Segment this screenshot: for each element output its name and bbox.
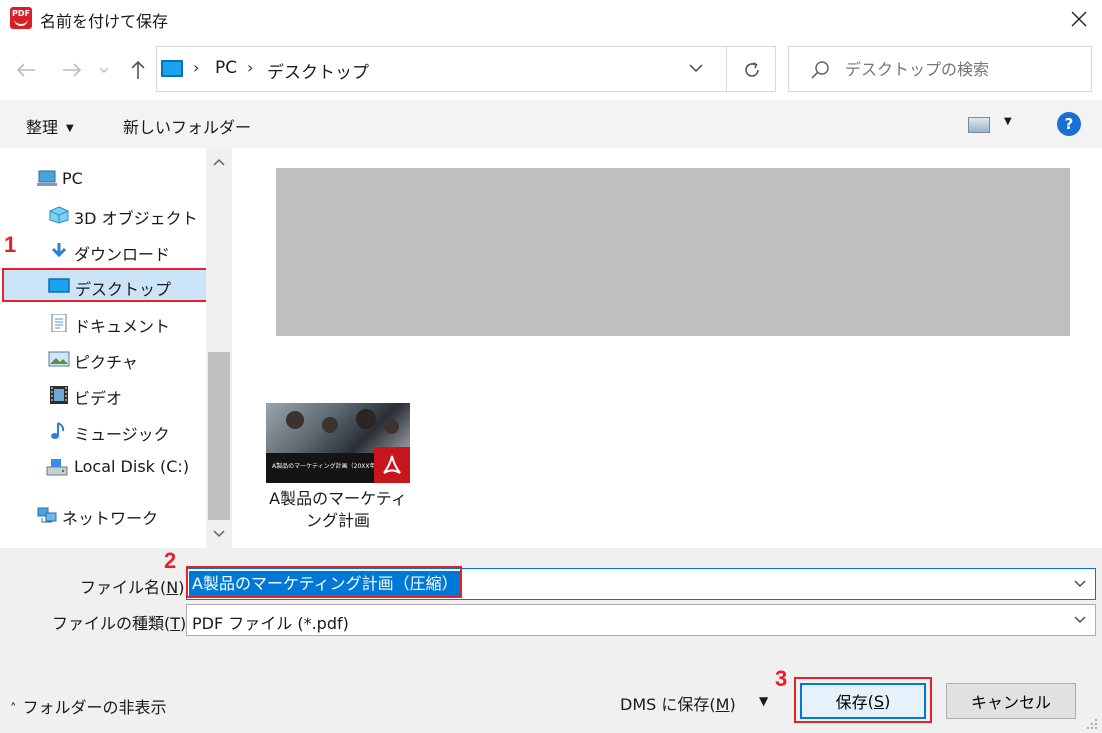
- address-divider: [726, 47, 727, 91]
- photo-person: [384, 419, 399, 434]
- search-input[interactable]: [845, 48, 1085, 90]
- forward-arrow-icon: [63, 63, 82, 77]
- step-marker-2: 2: [164, 548, 177, 573]
- download-icon: [51, 243, 67, 258]
- step-marker-3: 3: [775, 666, 788, 691]
- help-icon[interactable]: ?: [1057, 112, 1081, 136]
- search-icon: [811, 61, 829, 79]
- sidebar-item-downloads[interactable]: ダウンロード: [0, 234, 206, 268]
- sidebar-item-videos[interactable]: ビデオ: [0, 378, 206, 412]
- window-title: 名前を付けて保存: [40, 12, 169, 31]
- command-toolbar: 整理 ▼ 新しいフォルダー ▼ ?: [0, 100, 1102, 148]
- forward-button[interactable]: [58, 56, 86, 84]
- photo-person: [322, 417, 338, 433]
- thumbnail-caption: A製品のマーケティング計画（20XX年）: [272, 463, 382, 470]
- network-icon: [37, 507, 57, 523]
- navigation-pane: PC 3D オブジェクト ダウンロード デスクトップ ドキュメント ピクチャ ビ…: [0, 148, 232, 548]
- breadcrumb-separator-icon[interactable]: ›: [193, 58, 199, 77]
- file-thumbnail[interactable]: A製品のマーケティング計画（20XX年）: [266, 403, 410, 483]
- pdf-logo-icon: [374, 447, 410, 483]
- videos-icon: [50, 386, 68, 404]
- address-dropdown-button[interactable]: [689, 59, 717, 81]
- chevron-up-icon: [213, 158, 225, 166]
- address-bar[interactable]: › PC › デスクトップ: [156, 46, 776, 92]
- chevron-up-icon: ˄: [10, 702, 17, 717]
- close-button[interactable]: [1056, 0, 1102, 38]
- sidebar-item-pictures[interactable]: ピクチャ: [0, 342, 206, 376]
- step-marker-1: 1: [4, 232, 17, 257]
- chevron-down-icon: [213, 530, 225, 538]
- sidebar-item-local-disk[interactable]: Local Disk (C:): [0, 450, 206, 484]
- back-button[interactable]: [12, 56, 40, 84]
- pc-icon: [37, 170, 57, 186]
- close-icon: [1071, 11, 1087, 27]
- photo-person: [356, 409, 376, 429]
- filetype-select[interactable]: PDF ファイル (*.pdf): [186, 604, 1096, 636]
- new-folder-button[interactable]: 新しいフォルダー: [123, 114, 251, 138]
- cancel-button[interactable]: キャンセル: [946, 683, 1076, 719]
- file-name-label[interactable]: A製品のマーケティ ング計画: [266, 488, 410, 532]
- redacted-banner: [276, 168, 1070, 336]
- chevron-down-icon: [99, 67, 109, 73]
- recent-locations-button[interactable]: [94, 56, 114, 84]
- sidebar-item-pc[interactable]: PC: [0, 162, 206, 196]
- chevron-down-icon[interactable]: [1073, 613, 1087, 627]
- organize-button[interactable]: 整理 ▼: [26, 114, 74, 138]
- hide-folders-button[interactable]: ˄ フォルダーの非表示: [10, 694, 167, 718]
- filename-label: ファイル名(N):: [80, 578, 190, 597]
- navigation-bar: › PC › デスクトップ: [0, 38, 1102, 100]
- save-button[interactable]: 保存(S): [800, 683, 926, 719]
- breadcrumb-separator-icon[interactable]: ›: [247, 58, 253, 77]
- chevron-down-icon[interactable]: [1073, 577, 1087, 591]
- scroll-thumb[interactable]: [208, 352, 230, 520]
- save-to-dms-button[interactable]: DMS に保存(M): [620, 691, 736, 715]
- thumbnail-caption-strip: A製品のマーケティング計画（20XX年）: [266, 453, 381, 483]
- documents-icon: [51, 314, 67, 332]
- search-box[interactable]: [788, 46, 1092, 92]
- photo-person: [286, 411, 304, 429]
- desktop-icon: [48, 278, 70, 293]
- refresh-icon: [745, 62, 759, 77]
- breadcrumb-pc[interactable]: PC: [215, 58, 237, 78]
- sidebar-item-network[interactable]: ネットワーク: [0, 498, 206, 532]
- save-form-panel: 2 ファイル名(N): A製品のマーケティング計画（圧縮） ファイルの種類(T)…: [0, 548, 1102, 733]
- up-button[interactable]: [124, 56, 152, 84]
- title-bar: PDF 名前を付けて保存: [0, 0, 1102, 38]
- filetype-value: PDF ファイル (*.pdf): [192, 614, 349, 633]
- sidebar-item-music[interactable]: ミュージック: [0, 414, 206, 448]
- scroll-down-button[interactable]: [206, 520, 232, 548]
- 3d-objects-icon: [49, 206, 69, 224]
- sidebar-item-documents[interactable]: ドキュメント: [0, 306, 206, 340]
- pictures-icon: [48, 351, 70, 367]
- resize-grip-icon[interactable]: [1084, 716, 1098, 730]
- breadcrumb-desktop[interactable]: デスクトップ: [267, 58, 369, 83]
- back-arrow-icon: [16, 63, 35, 77]
- refresh-button[interactable]: [737, 55, 767, 85]
- scroll-up-button[interactable]: [206, 148, 232, 176]
- desktop-icon: [161, 60, 183, 77]
- filetype-label: ファイルの種類(T):: [52, 614, 192, 633]
- disk-icon: [46, 459, 68, 476]
- up-arrow-icon: [131, 60, 145, 79]
- music-icon: [51, 422, 65, 439]
- caret-down-icon: ▼: [66, 123, 74, 134]
- sidebar-scrollbar[interactable]: [206, 148, 232, 548]
- caret-down-icon[interactable]: ▼: [1004, 116, 1012, 127]
- pdf-app-icon: PDF: [10, 7, 32, 29]
- caret-down-icon[interactable]: ▼: [759, 694, 768, 708]
- filename-input[interactable]: A製品のマーケティング計画（圧縮）: [186, 568, 1096, 600]
- sidebar-item-3d-objects[interactable]: 3D オブジェクト: [0, 198, 206, 232]
- filename-selected-text[interactable]: A製品のマーケティング計画（圧縮）: [189, 571, 461, 597]
- file-list-area[interactable]: A製品のマーケティング計画（20XX年） A製品のマーケティ ング計画: [232, 148, 1102, 548]
- view-mode-icon[interactable]: [968, 117, 990, 133]
- sidebar-item-desktop[interactable]: デスクトップ: [2, 268, 208, 302]
- chevron-down-icon: [689, 64, 703, 73]
